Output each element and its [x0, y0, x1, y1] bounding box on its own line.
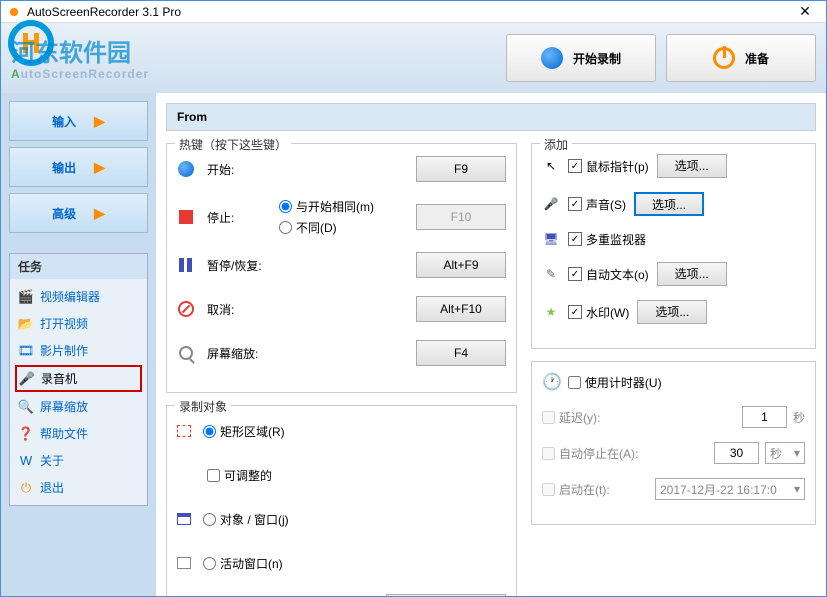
start-icon	[177, 160, 195, 178]
add-check-4[interactable]: ✓水印(W)	[568, 304, 629, 321]
start-hotkey-button[interactable]: F9	[416, 156, 506, 182]
object-radio[interactable]: 对象 / 窗口(j)	[203, 511, 289, 528]
stop-diff-radio[interactable]: 不同(D)	[279, 219, 374, 236]
add-fieldset: 添加 ↖ ✓鼠标指针(p) 选项... 🎤 ✓声音(S) 选项... 🖥 ✓多重…	[531, 143, 816, 349]
add-item-icon: ↖	[542, 157, 560, 175]
category-output[interactable]: 输出▶	[9, 147, 148, 187]
add-row-4: ★ ✓水印(W) 选项...	[542, 300, 805, 324]
option-button-1[interactable]: 选项...	[634, 192, 704, 216]
section-title: From	[166, 103, 816, 131]
clock-icon: 🕐	[542, 372, 562, 392]
record-button[interactable]: 开始录制	[506, 34, 656, 82]
category-advanced[interactable]: 高级▶	[9, 193, 148, 233]
delay-check[interactable]: 延迟(y):	[542, 409, 600, 426]
delay-spinner[interactable]	[742, 406, 787, 428]
coords-button[interactable]: 100,100 - 500,500	[386, 594, 506, 596]
task-icon: ❓	[18, 426, 34, 442]
task-icon: 🎤	[19, 371, 35, 387]
window-icon	[177, 513, 191, 525]
starton-check[interactable]: 启动在(t):	[542, 481, 610, 498]
cancel-icon	[177, 300, 195, 318]
active-radio[interactable]: 活动窗口(n)	[203, 555, 283, 572]
task-icon: W	[18, 453, 34, 469]
task-icon: 📂	[18, 316, 34, 332]
add-item-icon: ★	[542, 303, 560, 321]
add-item-icon: 🖥	[542, 230, 560, 248]
use-timer-check[interactable]: 使用计时器(U)	[568, 374, 662, 391]
add-row-0: ↖ ✓鼠标指针(p) 选项...	[542, 154, 805, 178]
task-icon: 🔍	[18, 399, 34, 415]
task-icon: 🎬	[18, 289, 34, 305]
cancel-hotkey-button[interactable]: Alt+F10	[416, 296, 506, 322]
add-check-1[interactable]: ✓声音(S)	[568, 196, 626, 213]
sidebar: 输入▶ 输出▶ 高级▶ 任务 🎬视频编辑器📂打开视频🎞影片制作🎤录音机🔍屏幕缩放…	[1, 93, 156, 596]
power-icon	[713, 47, 735, 69]
task-item-2[interactable]: 🎞影片制作	[14, 337, 143, 364]
tasks-panel: 任务 🎬视频编辑器📂打开视频🎞影片制作🎤录音机🔍屏幕缩放❓帮助文件W关于⏻退出	[9, 253, 148, 506]
starton-combo[interactable]: 2017-12月-22 16:17:0▾	[655, 478, 805, 500]
task-item-1[interactable]: 📂打开视频	[14, 310, 143, 337]
task-item-7[interactable]: ⏻退出	[14, 474, 143, 501]
add-item-icon: ✎	[542, 265, 560, 283]
close-button[interactable]: ✕	[790, 3, 820, 20]
task-item-6[interactable]: W关于	[14, 447, 143, 474]
ready-button[interactable]: 准备	[666, 34, 816, 82]
tasks-title: 任务	[10, 254, 147, 279]
task-item-0[interactable]: 🎬视频编辑器	[14, 283, 143, 310]
hotkeys-fieldset: 热键（按下这些键） 开始: F9 停止: 与开始相同(m)	[166, 143, 517, 393]
zoom-icon	[177, 344, 195, 362]
task-icon: 🎞	[18, 343, 34, 359]
add-check-2[interactable]: ✓多重监视器	[568, 231, 646, 248]
record-icon	[541, 47, 563, 69]
active-icon	[177, 557, 191, 569]
pause-hotkey-button[interactable]: Alt+F9	[416, 252, 506, 278]
option-button-0[interactable]: 选项...	[657, 154, 727, 178]
adjustable-check[interactable]: 可调整的	[207, 467, 272, 484]
stop-icon	[177, 208, 195, 226]
add-row-1: 🎤 ✓声音(S) 选项...	[542, 192, 805, 216]
category-input[interactable]: 输入▶	[9, 101, 148, 141]
add-row-2: 🖥 ✓多重监视器	[542, 230, 805, 248]
add-item-icon: 🎤	[542, 195, 560, 213]
timer-fieldset: 🕐 使用计时器(U) 延迟(y): 秒 自动停止在(A): 秒▾	[531, 361, 816, 525]
add-row-3: ✎ ✓自动文本(o) 选项...	[542, 262, 805, 286]
option-button-4[interactable]: 选项...	[637, 300, 707, 324]
task-item-3[interactable]: 🎤录音机	[15, 365, 142, 392]
target-fieldset: 录制对象 矩形区域(R) 可调整的 对象 / 窗口(j)	[166, 405, 517, 596]
task-item-4[interactable]: 🔍屏幕缩放	[14, 393, 143, 420]
option-button-3[interactable]: 选项...	[657, 262, 727, 286]
zoom-hotkey-button[interactable]: F4	[416, 340, 506, 366]
autostop-spinner[interactable]	[714, 442, 759, 464]
task-icon: ⏻	[18, 480, 34, 496]
header: 河东软件园 AutoScreenRecorder 开始录制 准备	[1, 23, 826, 93]
rect-radio[interactable]: 矩形区域(R)	[203, 423, 285, 440]
task-item-5[interactable]: ❓帮助文件	[14, 420, 143, 447]
content: From 热键（按下这些键） 开始: F9 停止:	[156, 93, 826, 596]
stop-hotkey-button[interactable]: F10	[416, 204, 506, 230]
rect-icon	[177, 425, 191, 437]
stop-same-radio[interactable]: 与开始相同(m)	[279, 198, 374, 215]
add-check-0[interactable]: ✓鼠标指针(p)	[568, 158, 649, 175]
app-icon	[7, 5, 21, 19]
autostop-check[interactable]: 自动停止在(A):	[542, 445, 638, 462]
window-title: AutoScreenRecorder 3.1 Pro	[27, 5, 181, 19]
brand-text: AutoScreenRecorder	[11, 58, 149, 84]
titlebar: AutoScreenRecorder 3.1 Pro ✕	[1, 1, 826, 23]
autostop-unit-combo[interactable]: 秒▾	[765, 442, 805, 464]
add-check-3[interactable]: ✓自动文本(o)	[568, 266, 649, 283]
pause-icon	[177, 256, 195, 274]
